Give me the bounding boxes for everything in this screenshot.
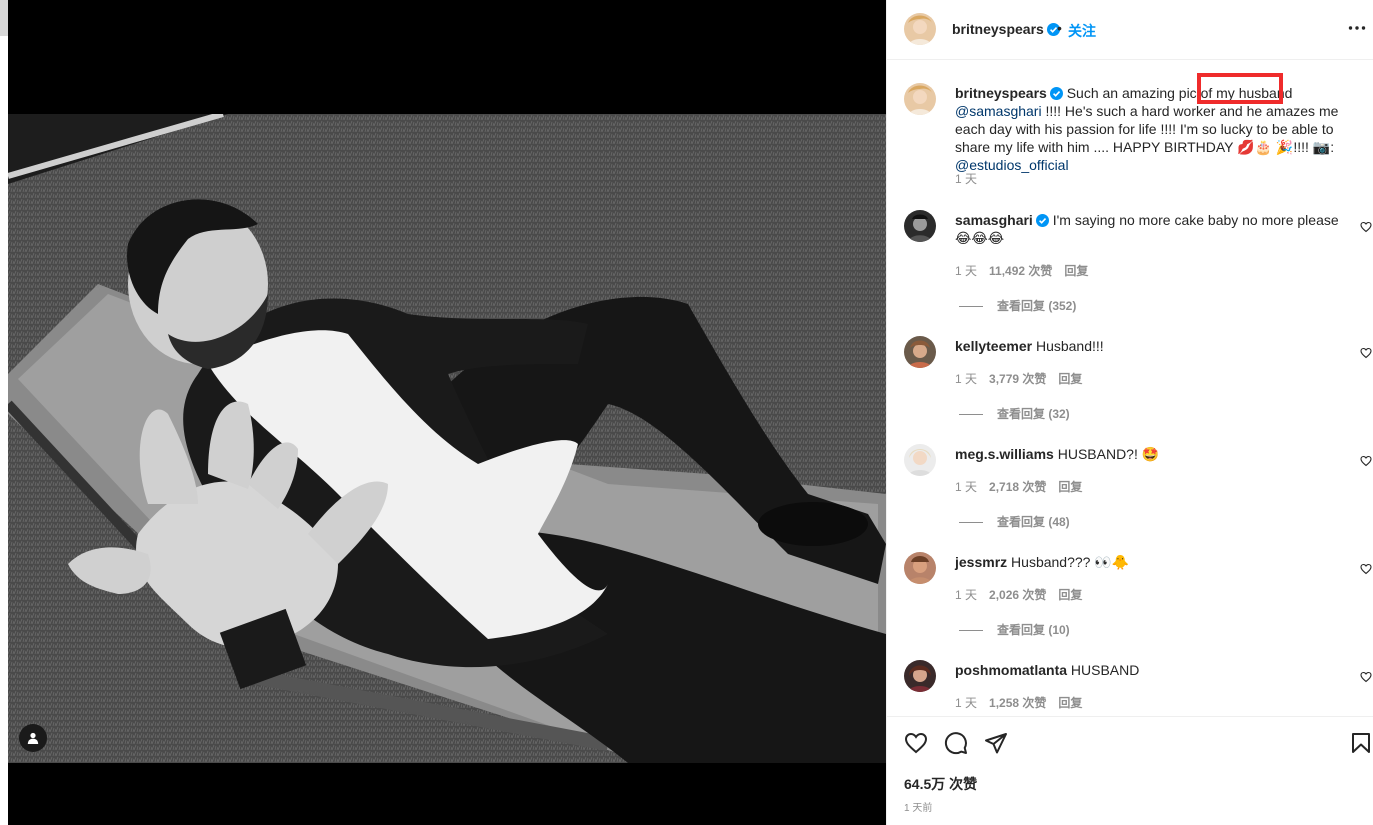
avatar[interactable] [904, 83, 936, 115]
view-replies-button[interactable]: 查看回复 (32) [959, 405, 1070, 422]
header-dot: • [1057, 20, 1062, 36]
comment-time: 1 天 [955, 264, 978, 278]
window-edge [0, 0, 8, 825]
comment-item: jessmrz Husband??? 👀🐥 1 天 2,026 次赞 回复 查看回复… [887, 551, 1373, 659]
comment-likes[interactable]: 3,779 次赞 [989, 372, 1046, 386]
post-photo-image [8, 114, 886, 763]
comment-item: kellyteemer Husband!!! 1 天 3,779 次赞 回复 查看回… [887, 335, 1373, 443]
reply-button[interactable]: 回复 [1058, 696, 1082, 710]
view-replies-label: 查看回复 (352) [997, 299, 1077, 313]
view-replies-button[interactable]: 查看回复 (10) [959, 621, 1070, 638]
media-pane [0, 0, 886, 825]
avatar[interactable] [904, 336, 936, 368]
comment-meta: 1 天 2,026 次赞 回复 [955, 586, 1094, 603]
side-pane: britneyspears • 关注 britneyspears Such an… [886, 0, 1373, 825]
comment-username[interactable]: jessmrz [955, 554, 1007, 570]
comment-text: jessmrz Husband??? 👀🐥 [955, 553, 1340, 571]
comment-meta: 1 天 11,492 次赞 回复 [955, 262, 1100, 279]
heart-icon[interactable] [904, 731, 928, 755]
reply-button[interactable]: 回复 [1058, 588, 1082, 602]
verified-icon [1049, 87, 1063, 100]
reply-button[interactable]: 回复 [1058, 372, 1082, 386]
comment-likes[interactable]: 11,492 次赞 [989, 264, 1052, 278]
comment-likes[interactable]: 1,258 次赞 [989, 696, 1046, 710]
bookmark-icon[interactable] [1349, 731, 1373, 755]
heart-icon[interactable] [1360, 347, 1372, 359]
more-icon[interactable] [1347, 18, 1367, 38]
reply-button[interactable]: 回复 [1058, 480, 1082, 494]
comment-text: poshmomatlanta HUSBAND [955, 661, 1340, 679]
avatar[interactable] [904, 13, 936, 45]
comment-time: 1 天 [955, 372, 978, 386]
comment-body: HUSBAND?! 🤩 [1057, 446, 1160, 462]
avatar[interactable] [904, 210, 936, 242]
comment-text: kellyteemer Husband!!! [955, 337, 1340, 355]
comment-username[interactable]: samasghari [955, 212, 1033, 228]
comment-body: HUSBAND [1070, 662, 1140, 678]
share-icon[interactable] [984, 731, 1008, 755]
comment-text: samasghari I'm saying no more cake baby … [955, 211, 1340, 247]
heart-icon[interactable] [1360, 221, 1372, 233]
caption-text-part1: Such an amazing pic of [1066, 85, 1217, 101]
comment-meta: 1 天 1,258 次赞 回复 [955, 694, 1094, 711]
comment-meta: 1 天 3,779 次赞 回复 [955, 370, 1094, 387]
comment-time: 1 天 [955, 480, 978, 494]
user-tag-button[interactable] [19, 724, 47, 752]
user-tag-icon [27, 732, 39, 744]
comment-text: meg.s.williams HUSBAND?! 🤩 [955, 445, 1340, 463]
comment-username[interactable]: meg.s.williams [955, 446, 1054, 462]
view-replies-label: 查看回复 (10) [997, 623, 1070, 637]
likes-count[interactable]: 64.5万 次赞 [904, 774, 977, 794]
comment-likes[interactable]: 2,718 次赞 [989, 480, 1046, 494]
comment-icon[interactable] [944, 731, 968, 755]
comment-meta: 1 天 2,718 次赞 回复 [955, 478, 1094, 495]
comment-item: samasghari I'm saying no more cake baby … [887, 209, 1373, 317]
avatar[interactable] [904, 660, 936, 692]
post-header: britneyspears • 关注 [887, 0, 1373, 60]
comment-item: poshmomatlanta HUSBAND 1 天 1,258 次赞 回复 [887, 659, 1373, 716]
comment-username[interactable]: kellyteemer [955, 338, 1032, 354]
post-timestamp: 1 天前 [904, 803, 933, 814]
mention-link[interactable]: @samasghari [955, 103, 1042, 119]
comment-body: Husband!!! [1035, 338, 1104, 354]
post-photo[interactable] [8, 114, 886, 763]
comment-body: Husband??? 👀🐥 [1011, 554, 1130, 570]
view-replies-button[interactable]: 查看回复 (352) [959, 297, 1076, 314]
heart-icon[interactable] [1360, 563, 1372, 575]
comment-item: meg.s.williams HUSBAND?! 🤩 1 天 2,718 次赞 回复… [887, 443, 1373, 551]
comment-time: 1 天 [955, 696, 978, 710]
heart-icon[interactable] [1360, 671, 1372, 683]
comment-username[interactable]: poshmomatlanta [955, 662, 1067, 678]
post-actions: 64.5万 次赞 1 天前 [887, 716, 1373, 825]
verified-icon [1035, 214, 1049, 227]
avatar[interactable] [904, 552, 936, 584]
comments-list[interactable]: britneyspears Such an amazing pic of my … [887, 60, 1373, 716]
caption-time: 1 天 [955, 172, 978, 186]
caption-text: britneyspears Such an amazing pic of my … [955, 84, 1365, 174]
avatar[interactable] [904, 444, 936, 476]
reply-button[interactable]: 回复 [1064, 264, 1088, 278]
comment-time: 1 天 [955, 588, 978, 602]
view-replies-button[interactable]: 查看回复 (48) [959, 513, 1070, 530]
header-username[interactable]: britneyspears [952, 21, 1060, 37]
heart-icon[interactable] [1360, 455, 1372, 467]
caption-username[interactable]: britneyspears [955, 85, 1047, 101]
comment-likes[interactable]: 2,026 次赞 [989, 588, 1046, 602]
caption-highlighted-text: my husband [1216, 85, 1293, 101]
view-replies-label: 查看回复 (32) [997, 407, 1070, 421]
view-replies-label: 查看回复 (48) [997, 515, 1070, 529]
follow-button[interactable]: 关注 [1068, 21, 1096, 41]
